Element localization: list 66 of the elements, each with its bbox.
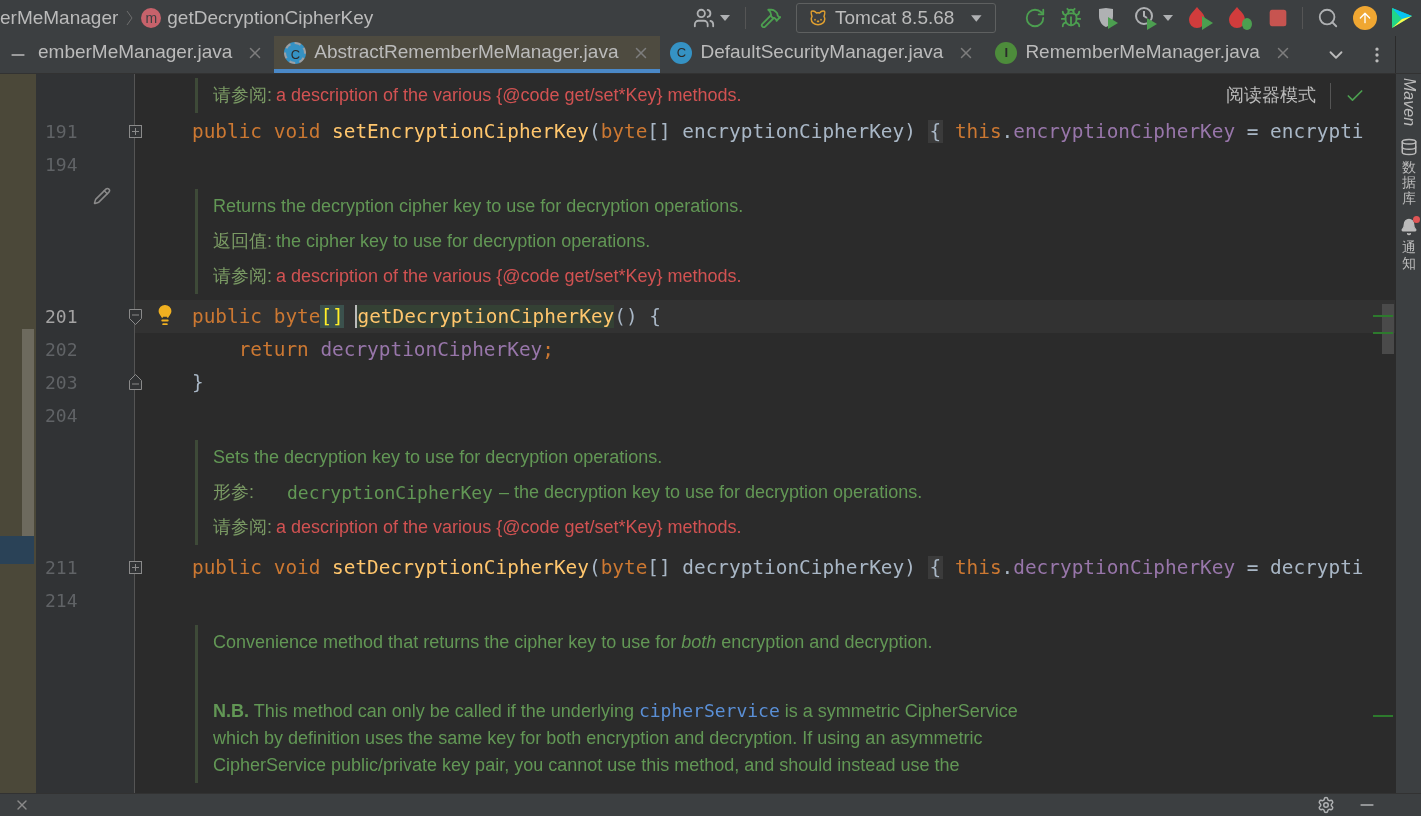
change-marker bbox=[1373, 315, 1393, 317]
maven-tool-button[interactable]: Maven bbox=[1396, 78, 1421, 127]
bell-icon bbox=[1399, 218, 1418, 237]
code-line: return decryptionCipherKey; bbox=[237, 336, 554, 363]
doc-label: 返回值: bbox=[213, 230, 272, 253]
debug-with-flame-icon[interactable] bbox=[1228, 6, 1254, 30]
editor-tab[interactable]: C DefaultSecurityManager.java bbox=[660, 36, 986, 73]
breadcrumb-item[interactable]: erMeManager bbox=[0, 3, 119, 33]
reader-mode-label[interactable]: 阅读器模式 bbox=[1226, 82, 1316, 109]
user-icon[interactable] bbox=[693, 7, 715, 29]
class-icon: I bbox=[995, 41, 1018, 64]
app-logo[interactable] bbox=[1391, 6, 1413, 30]
line-number: 201 bbox=[45, 305, 78, 329]
doc-label: 请参阅: bbox=[213, 516, 272, 539]
settings-icon[interactable] bbox=[1317, 796, 1335, 814]
doc-text: Sets the decryption key to use for decryption operations. bbox=[213, 446, 663, 469]
doc-text: CipherService public/private key pair, you cannot use this method, and should instead use the bbox=[213, 754, 960, 777]
database-icon bbox=[1399, 138, 1418, 157]
vertical-scrollbar-thumb[interactable] bbox=[1382, 304, 1394, 354]
code-line: } bbox=[192, 369, 204, 396]
change-marker bbox=[1373, 332, 1393, 334]
see-also-text: a description of the various {@code get/set*Key} methods. bbox=[276, 265, 742, 288]
caret-icon bbox=[970, 13, 983, 23]
doc-text: N.B. This method can only be called if the underlying cipherService is a symmetric CipherService bbox=[213, 699, 1018, 723]
code-line: public byte[] getDecryptionCipherKey() { bbox=[192, 303, 661, 330]
debug-icon[interactable] bbox=[1060, 7, 1082, 29]
fold-expand-icon[interactable] bbox=[129, 561, 142, 574]
coverage-icon[interactable] bbox=[1096, 6, 1120, 30]
see-also-text: a description of the various {@code get/set*Key} methods. bbox=[276, 516, 742, 539]
scrollbar-thumb[interactable] bbox=[22, 329, 34, 536]
editor-tab[interactable]: emberMeManager.java bbox=[36, 36, 275, 73]
doc-label: 请参阅: bbox=[213, 84, 272, 107]
class-icon: C bbox=[670, 41, 693, 64]
param-name: decryptionCipherKey bbox=[287, 481, 493, 505]
hammer-icon[interactable] bbox=[760, 7, 782, 29]
return-text: the cipher key to use for decryption operations. bbox=[276, 230, 651, 253]
update-icon[interactable] bbox=[1353, 6, 1377, 30]
fold-expand-icon[interactable] bbox=[129, 125, 142, 138]
doc-text: which by definition uses the same key for both encryption and decryption. If using an asymmetric bbox=[213, 727, 983, 750]
editor-tab[interactable]: C AbstractRememberMeManager.java bbox=[274, 36, 661, 73]
doc-text: Convenience method that returns the cipher key to use for both encryption and decryption. bbox=[213, 631, 933, 654]
profiler-icon[interactable] bbox=[1134, 6, 1158, 30]
notifications-tool-button[interactable]: 通知 bbox=[1399, 218, 1418, 271]
breadcrumb-item[interactable]: getDecryptionCipherKey bbox=[167, 3, 374, 33]
class-icon: C bbox=[284, 41, 307, 64]
see-also-text: a description of the various {@code get/set*Key} methods. bbox=[276, 84, 742, 107]
database-tool-button[interactable]: 数据库 bbox=[1399, 138, 1418, 207]
param-text: – the decryption key to use for decryption operations. bbox=[498, 481, 923, 504]
code-line: public void setEncryptionCipherKey(byte[] encryptionCipherKey) { this.encryptionCipherKey = encrypti bbox=[192, 118, 1364, 145]
editor-tab[interactable]: I RememberMeManager.java bbox=[985, 36, 1302, 73]
run-with-flame-icon[interactable] bbox=[1188, 6, 1214, 30]
change-marker bbox=[1373, 715, 1393, 717]
pencil-icon[interactable] bbox=[93, 187, 111, 205]
stop-icon[interactable] bbox=[1268, 8, 1288, 28]
doc-label: 请参阅: bbox=[213, 265, 272, 288]
caret-icon[interactable] bbox=[1162, 14, 1174, 22]
rerun-icon[interactable] bbox=[1024, 7, 1046, 29]
caret-icon[interactable] bbox=[719, 14, 731, 22]
code-line: public void setDecryptionCipherKey(byte[] decryptionCipherKey) { this.decryptionCipherKey = decrypti bbox=[192, 554, 1364, 581]
breadcrumb-separator-icon bbox=[126, 10, 134, 26]
run-configuration-dropdown[interactable]: Tomcat 8.5.68 bbox=[796, 3, 996, 33]
cat-icon bbox=[809, 8, 828, 28]
method-icon: m bbox=[141, 8, 162, 28]
doc-text: Returns the decryption cipher key to use for decryption operations. bbox=[213, 195, 744, 218]
search-icon[interactable] bbox=[1317, 7, 1339, 29]
doc-label: 形参: bbox=[213, 481, 255, 504]
